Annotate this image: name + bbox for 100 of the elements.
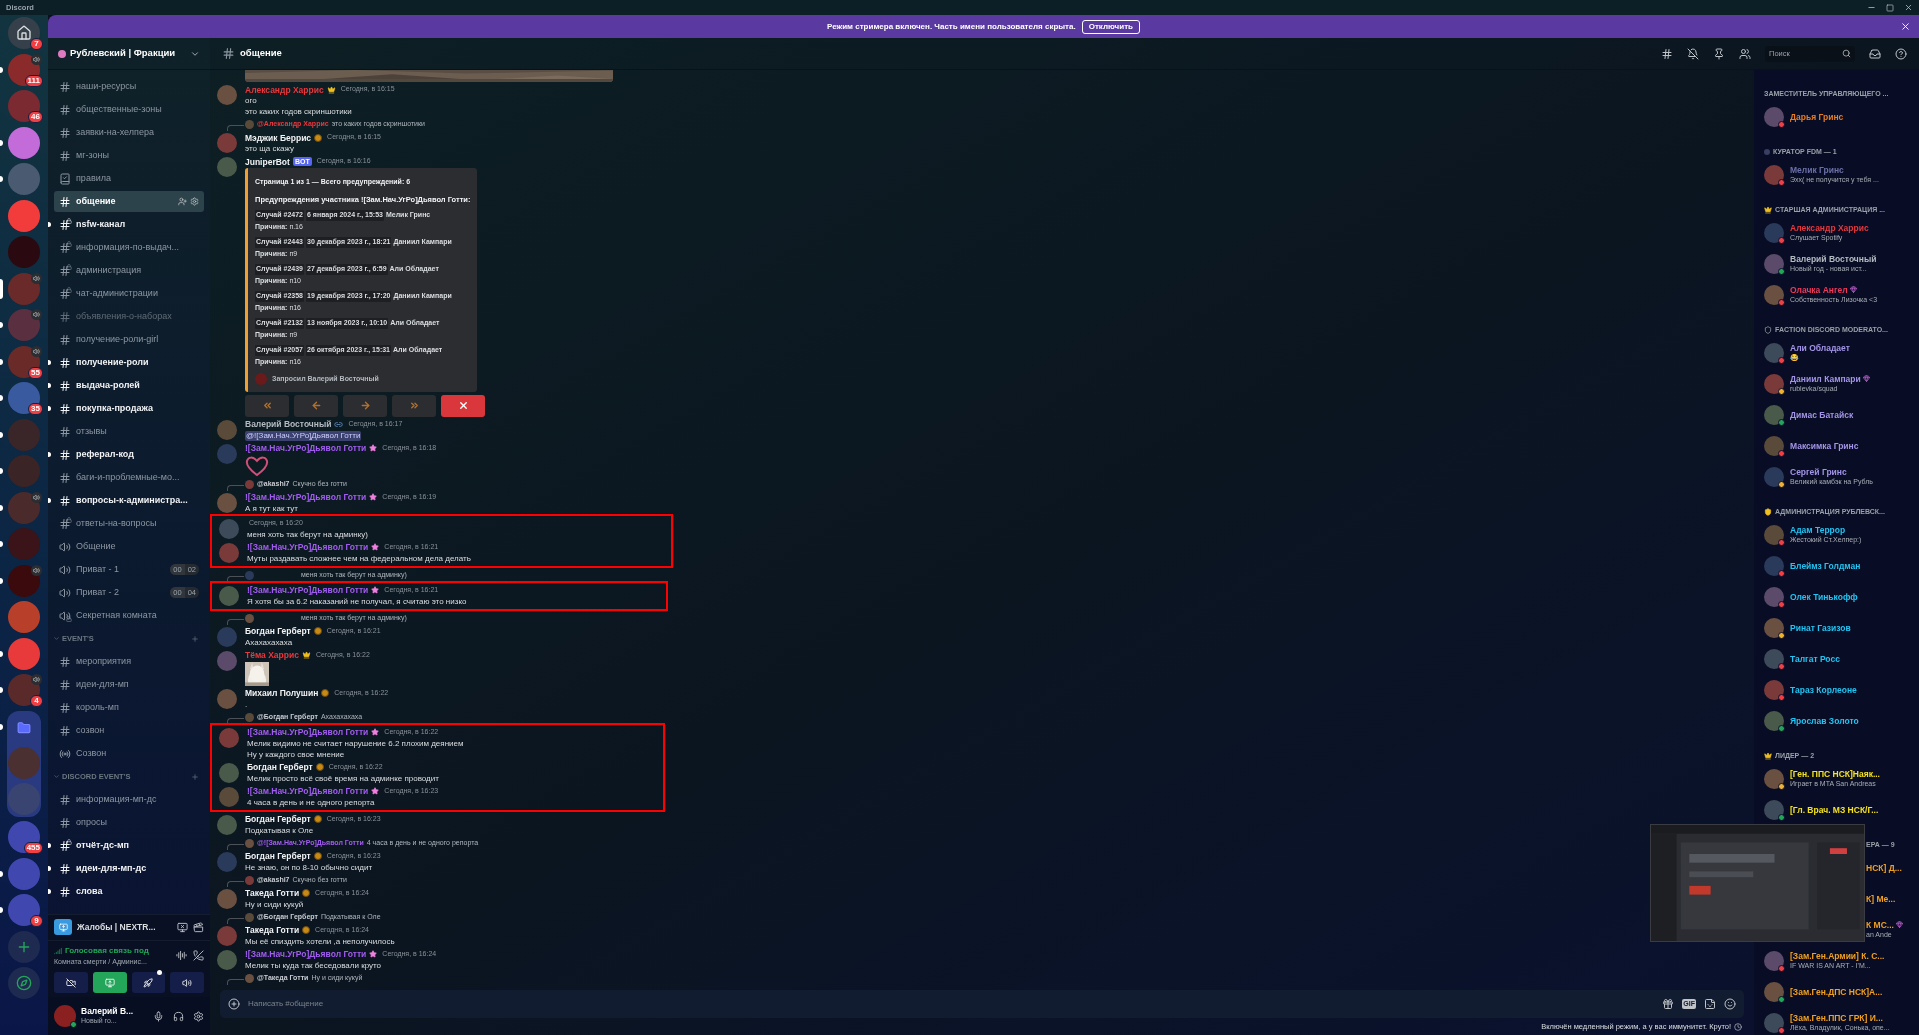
author-name[interactable]: Богдан Герберт bbox=[245, 814, 311, 825]
message-text: Не знаю, он по 8-10 обычно сидит bbox=[245, 861, 374, 873]
channel-item[interactable]: мг-зоны bbox=[54, 145, 204, 166]
channel-item[interactable]: информация-мп-дс bbox=[54, 789, 204, 810]
channel-item[interactable]: мероприятия bbox=[54, 651, 204, 672]
channel-item[interactable]: ответы-на-вопросы bbox=[54, 513, 204, 534]
voice-status[interactable]: Голосовая связь под bbox=[65, 944, 149, 957]
member-name: Адам Террор bbox=[1790, 524, 1846, 535]
message-text: Муты раздавать сложнее чем на федеральном дела делать bbox=[247, 552, 471, 564]
channel-item[interactable]: отзывы bbox=[54, 421, 204, 442]
member-name: Ринат Газизов bbox=[1790, 622, 1851, 633]
channel-item[interactable]: реферал-код bbox=[54, 444, 204, 465]
author-name[interactable]: ![Зам.Нач.УгРо]Дьявол Готти bbox=[247, 786, 369, 797]
channel-item[interactable]: администрация bbox=[54, 260, 204, 281]
message-text: Ну и сиди кукуй bbox=[245, 898, 305, 910]
author-name[interactable]: Тёма Харрис bbox=[245, 650, 299, 661]
member-item[interactable]: [Гл. Врач. МЗ НСК/Г... bbox=[1764, 799, 1879, 820]
channel-name: мероприятия bbox=[76, 654, 131, 668]
channel-item[interactable]: Секретная комната bbox=[54, 605, 204, 626]
author-name[interactable]: ![Зам.Нач.УгРо]Дьявол Готти bbox=[245, 492, 367, 503]
channel-item[interactable]: заявки-на-хелпера bbox=[54, 122, 204, 143]
member-name: Олачка Ангел bbox=[1790, 284, 1848, 295]
channel-item[interactable]: чат-администрации bbox=[54, 283, 204, 304]
member-name: Олек Тинькофф bbox=[1790, 591, 1858, 602]
author-name[interactable]: Валерий Восточный bbox=[245, 419, 332, 430]
channel-item[interactable]: баги-и-проблемные-мо... bbox=[54, 467, 204, 488]
member-item[interactable]: Блеймз Голдман bbox=[1764, 555, 1861, 576]
channel-name: идеи-для-мп bbox=[76, 677, 129, 691]
unread-count-badge: 35 bbox=[28, 403, 43, 415]
member-name: [Ген. ППС НСК]Наяк... bbox=[1790, 768, 1880, 779]
channel-item[interactable]: Общение bbox=[54, 536, 204, 557]
message-text: Ну у каждого свое мнение bbox=[247, 748, 346, 760]
author-name[interactable]: Михаил Полушин bbox=[245, 688, 319, 699]
member-item[interactable]: [Зам.Ген.ДПС НСК]А... bbox=[1764, 981, 1883, 1002]
disable-button[interactable]: Отключить bbox=[1081, 19, 1140, 34]
message-text: Подкатывая к Оле bbox=[245, 824, 315, 836]
member-item[interactable]: Талгат Росс bbox=[1764, 648, 1840, 669]
member-item[interactable]: Ярослав Золото bbox=[1764, 710, 1859, 731]
channel-name: nsfw-канал bbox=[76, 217, 126, 231]
message-text: Мелик просто всё своё время на админке проводит bbox=[247, 772, 439, 784]
author-name[interactable]: ![Зам.Нач.УгРо]Дьявол Готти bbox=[247, 727, 369, 738]
channel-item[interactable]: получение-роли bbox=[54, 352, 204, 373]
author-name[interactable]: ![Зам.Нач.УгРо]Дьявол Готти bbox=[245, 443, 367, 454]
member-item[interactable]: Максимка Гринс bbox=[1764, 435, 1859, 456]
member-item[interactable]: Дарья Гринс bbox=[1764, 106, 1844, 127]
author-name[interactable]: Богдан Герберт bbox=[247, 762, 313, 773]
channel-name: Приват - 1 bbox=[76, 562, 120, 576]
channel-item[interactable]: наши-ресурсы bbox=[54, 76, 204, 97]
author-name[interactable]: ![Зам.Нач.УгРо]Дьявол Готти bbox=[247, 542, 369, 553]
channel-item[interactable]: слова bbox=[54, 881, 204, 902]
channel-name: выдача-ролей bbox=[76, 378, 140, 392]
channel-item[interactable]: созвон bbox=[54, 720, 204, 741]
channel-item[interactable]: информация-по-выдач... bbox=[54, 237, 204, 258]
author-name[interactable]: ![Зам.Нач.УгРо]Дьявол Готти bbox=[247, 585, 369, 596]
channel-name: общественные-зоны bbox=[76, 102, 162, 116]
channel-name: администрация bbox=[76, 263, 142, 277]
channel-name: информация-по-выдач... bbox=[76, 240, 180, 254]
channel-item[interactable]: король-мп bbox=[54, 697, 204, 718]
channel-name: покупка-продажа bbox=[76, 401, 153, 415]
author-name[interactable]: Такеда Готти bbox=[245, 925, 300, 936]
channel-item[interactable]: идеи-для-мп bbox=[54, 674, 204, 695]
message-text: Мы её спиздить хотели ,а неполучилось bbox=[245, 935, 395, 947]
unread-count-badge: 455 bbox=[23, 842, 43, 854]
mention[interactable]: @![Зам.Нач.УгРо]Дьявол Готти bbox=[245, 430, 362, 441]
channel-item[interactable]: nsfw-канал bbox=[54, 214, 204, 235]
channel-name: заявки-на-хелпера bbox=[76, 125, 154, 139]
member-name: Ярослав Золото bbox=[1790, 715, 1859, 726]
channel-item[interactable]: опросы bbox=[54, 812, 204, 833]
author-name[interactable]: ![Зам.Нач.УгРо]Дьявол Готти bbox=[245, 949, 367, 960]
member-item[interactable]: Олек Тинькофф bbox=[1764, 586, 1858, 607]
author-name[interactable]: Такеда Готти bbox=[245, 888, 300, 899]
member-name: Сергей Гринс bbox=[1790, 466, 1847, 477]
channel-item[interactable]: отчёт-дс-мп bbox=[54, 835, 204, 856]
author-name[interactable]: Мэджик Беррис bbox=[245, 132, 312, 143]
member-name: Мелик Гринс bbox=[1790, 164, 1844, 175]
member-name: [Гл. Врач. МЗ НСК/Г... bbox=[1790, 804, 1879, 815]
input-placeholder: Написать #общение bbox=[248, 998, 324, 1010]
member-item[interactable]: Димас Батайск bbox=[1764, 404, 1854, 425]
user-name[interactable]: Валерий В... bbox=[81, 1006, 134, 1016]
unread-count-badge: 4 bbox=[30, 695, 43, 707]
member-item[interactable]: Ринат Газизов bbox=[1764, 617, 1851, 638]
channel-item[interactable]: правила bbox=[54, 168, 204, 189]
channel-item[interactable]: выдача-ролей bbox=[54, 375, 204, 396]
channel-name: наши-ресурсы bbox=[76, 79, 137, 93]
channel-item[interactable]: общественные-зоны bbox=[54, 99, 204, 120]
member-item[interactable]: Тараз Корлеоне bbox=[1764, 679, 1857, 700]
channel-item[interactable]: Созвон bbox=[54, 743, 204, 764]
channel-item[interactable]: вопросы-к-администра... bbox=[54, 490, 204, 511]
channel-item[interactable]: идеи-для-мп-дс bbox=[54, 858, 204, 879]
author-name[interactable]: JuniperBot bbox=[245, 156, 290, 167]
channel-item[interactable]: общение bbox=[54, 191, 204, 212]
message-text: Ахахахахаха bbox=[245, 636, 294, 648]
author-name[interactable]: Богдан Герберт bbox=[245, 851, 311, 862]
unread-count-badge: 7 bbox=[30, 38, 43, 50]
channel-item[interactable]: получение-роли-girl bbox=[54, 329, 204, 350]
author-name[interactable]: Александр Харрис bbox=[245, 84, 324, 95]
channel-item[interactable]: покупка-продажа bbox=[54, 398, 204, 419]
channel-name: отзывы bbox=[76, 424, 107, 438]
author-name[interactable]: Богдан Герберт bbox=[245, 626, 311, 637]
channel-name: созвон bbox=[76, 723, 105, 737]
